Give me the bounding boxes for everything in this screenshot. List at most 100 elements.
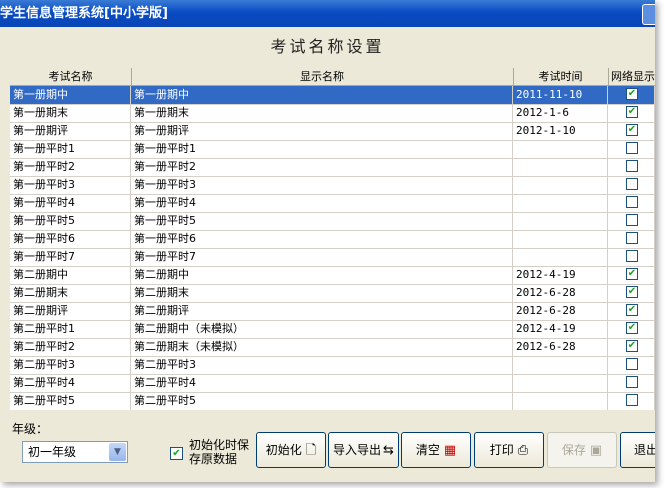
cell-exam-date[interactable] bbox=[513, 356, 608, 374]
table-row[interactable]: 第一册平时7 第一册平时7 bbox=[10, 248, 655, 267]
cell-display-name[interactable]: 第一册平时3 bbox=[131, 176, 513, 194]
cell-exam-name[interactable]: 第二册期末 bbox=[10, 284, 131, 302]
cell-exam-date[interactable] bbox=[513, 392, 608, 410]
cell-exam-date[interactable]: 2012-4-19 bbox=[513, 320, 608, 338]
table-row[interactable]: 第一册平时1 第一册平时1 bbox=[10, 140, 655, 159]
table-row[interactable]: 第一册期评 第一册期评 2012-1-10 ✔ bbox=[10, 122, 655, 141]
network-display-checkbox[interactable] bbox=[626, 376, 638, 388]
clear-button[interactable]: 清空 ▦ bbox=[401, 432, 471, 468]
table-row[interactable]: 第一册平时3 第一册平时3 bbox=[10, 176, 655, 195]
cell-display-name[interactable]: 第一册期末 bbox=[131, 104, 513, 122]
exam-name-grid[interactable]: 考试名称 显示名称 考试时间 网络显示 第一册期中 第一册期中 2011-11-10… bbox=[10, 68, 655, 410]
cell-exam-date[interactable]: 2012-6-28 bbox=[513, 284, 608, 302]
table-row[interactable]: 第一册平时6 第一册平时6 bbox=[10, 230, 655, 249]
cell-exam-date[interactable] bbox=[513, 374, 608, 392]
print-button[interactable]: 打印 ⎙ bbox=[474, 432, 544, 468]
exit-button[interactable]: 退出 bbox=[620, 432, 655, 468]
table-row[interactable]: 第二册期评 第二册期评 2012-6-28 ✔ bbox=[10, 302, 655, 321]
cell-exam-name[interactable]: 第一册期评 bbox=[10, 122, 131, 140]
keep-original-checkbox[interactable]: ✔ bbox=[170, 447, 183, 460]
table-row[interactable]: 第一册平时4 第一册平时4 bbox=[10, 194, 655, 213]
cell-exam-name[interactable]: 第一册平时7 bbox=[10, 248, 131, 266]
table-row[interactable]: 第一册平时5 第一册平时5 bbox=[10, 212, 655, 231]
cell-display-name[interactable]: 第二册期中 bbox=[131, 266, 513, 284]
network-display-checkbox[interactable] bbox=[626, 160, 638, 172]
cell-exam-name[interactable]: 第二册平时2 bbox=[10, 338, 131, 356]
table-row[interactable]: 第一册期中 第一册期中 2011-11-10 ✔ bbox=[10, 86, 655, 105]
chevron-down-icon[interactable]: ▼ bbox=[109, 443, 126, 461]
cell-exam-date[interactable]: 2011-11-10 bbox=[513, 86, 608, 104]
cell-exam-name[interactable]: 第一册期中 bbox=[10, 86, 131, 104]
network-display-checkbox[interactable] bbox=[626, 178, 638, 190]
cell-exam-date[interactable]: 2012-1-6 bbox=[513, 104, 608, 122]
network-display-checkbox[interactable] bbox=[626, 142, 638, 154]
cell-exam-date[interactable] bbox=[513, 140, 608, 158]
cell-exam-name[interactable]: 第一册平时2 bbox=[10, 158, 131, 176]
table-row[interactable]: 第一册期末 第一册期末 2012-1-6 ✔ bbox=[10, 104, 655, 123]
cell-exam-name[interactable]: 第二册平时5 bbox=[10, 392, 131, 410]
cell-exam-date[interactable]: 2012-6-28 bbox=[513, 338, 608, 356]
init-button[interactable]: 初始化 🗋 bbox=[256, 432, 326, 468]
network-display-checkbox[interactable]: ✔ bbox=[626, 340, 638, 352]
save-button[interactable]: 保存 ▣ bbox=[547, 432, 617, 468]
network-display-checkbox[interactable]: ✔ bbox=[626, 322, 638, 334]
cell-exam-date[interactable]: 2012-6-28 bbox=[513, 302, 608, 320]
network-display-checkbox[interactable] bbox=[626, 232, 638, 244]
cell-exam-name[interactable]: 第一册期末 bbox=[10, 104, 131, 122]
cell-exam-name[interactable]: 第二册平时1 bbox=[10, 320, 131, 338]
cell-exam-date[interactable] bbox=[513, 212, 608, 230]
network-display-checkbox[interactable]: ✔ bbox=[626, 124, 638, 136]
cell-display-name[interactable]: 第一册平时1 bbox=[131, 140, 513, 158]
cell-exam-date[interactable]: 2012-4-19 bbox=[513, 266, 608, 284]
network-display-checkbox[interactable] bbox=[626, 214, 638, 226]
cell-exam-name[interactable]: 第二册平时4 bbox=[10, 374, 131, 392]
cell-display-name[interactable]: 第二册平时5 bbox=[131, 392, 513, 410]
cell-display-name[interactable]: 第二册期末（未模拟） bbox=[131, 338, 513, 356]
table-row[interactable]: 第二册期末 第二册期末 2012-6-28 ✔ bbox=[10, 284, 655, 303]
network-display-checkbox[interactable] bbox=[626, 358, 638, 370]
window-control-button[interactable] bbox=[642, 4, 655, 25]
cell-exam-date[interactable]: 2012-1-10 bbox=[513, 122, 608, 140]
table-row[interactable]: 第二册平时5 第二册平时5 bbox=[10, 392, 655, 410]
cell-display-name[interactable]: 第二册平时4 bbox=[131, 374, 513, 392]
import-export-button[interactable]: 导入导出 ⇆ bbox=[328, 432, 399, 468]
table-row[interactable]: 第二册平时1 第二册期中（未模拟） 2012-4-19 ✔ bbox=[10, 320, 655, 339]
cell-display-name[interactable]: 第一册平时2 bbox=[131, 158, 513, 176]
network-display-checkbox[interactable]: ✔ bbox=[626, 88, 638, 100]
cell-exam-date[interactable] bbox=[513, 176, 608, 194]
cell-exam-name[interactable]: 第二册期中 bbox=[10, 266, 131, 284]
cell-exam-date[interactable] bbox=[513, 194, 608, 212]
network-display-checkbox[interactable]: ✔ bbox=[626, 106, 638, 118]
network-display-checkbox[interactable]: ✔ bbox=[626, 286, 638, 298]
table-row[interactable]: 第二册平时4 第二册平时4 bbox=[10, 374, 655, 393]
cell-exam-name[interactable]: 第一册平时1 bbox=[10, 140, 131, 158]
table-row[interactable]: 第二册期中 第二册期中 2012-4-19 ✔ bbox=[10, 266, 655, 285]
cell-display-name[interactable]: 第二册期中（未模拟） bbox=[131, 320, 513, 338]
table-row[interactable]: 第一册平时2 第一册平时2 bbox=[10, 158, 655, 177]
network-display-checkbox[interactable] bbox=[626, 250, 638, 262]
cell-exam-date[interactable] bbox=[513, 248, 608, 266]
cell-exam-name[interactable]: 第二册期评 bbox=[10, 302, 131, 320]
column-header-exam-name[interactable]: 考试名称 bbox=[10, 68, 132, 85]
cell-display-name[interactable]: 第一册期评 bbox=[131, 122, 513, 140]
cell-exam-date[interactable] bbox=[513, 158, 608, 176]
cell-display-name[interactable]: 第二册期评 bbox=[131, 302, 513, 320]
cell-display-name[interactable]: 第一册期中 bbox=[131, 86, 513, 104]
cell-display-name[interactable]: 第一册平时7 bbox=[131, 248, 513, 266]
column-header-network-display[interactable]: 网络显示 bbox=[608, 68, 655, 85]
cell-exam-name[interactable]: 第一册平时6 bbox=[10, 230, 131, 248]
cell-display-name[interactable]: 第一册平时4 bbox=[131, 194, 513, 212]
column-header-exam-date[interactable]: 考试时间 bbox=[513, 68, 609, 85]
cell-exam-name[interactable]: 第二册平时3 bbox=[10, 356, 131, 374]
grade-select[interactable]: 初一年级 ▼ bbox=[22, 441, 128, 463]
network-display-checkbox[interactable]: ✔ bbox=[626, 304, 638, 316]
cell-exam-name[interactable]: 第一册平时5 bbox=[10, 212, 131, 230]
table-row[interactable]: 第二册平时2 第二册期末（未模拟） 2012-6-28 ✔ bbox=[10, 338, 655, 357]
cell-display-name[interactable]: 第二册平时3 bbox=[131, 356, 513, 374]
cell-exam-name[interactable]: 第一册平时3 bbox=[10, 176, 131, 194]
network-display-checkbox[interactable]: ✔ bbox=[626, 268, 638, 280]
cell-display-name[interactable]: 第一册平时5 bbox=[131, 212, 513, 230]
cell-exam-date[interactable] bbox=[513, 230, 608, 248]
cell-exam-name[interactable]: 第一册平时4 bbox=[10, 194, 131, 212]
network-display-checkbox[interactable] bbox=[626, 196, 638, 208]
